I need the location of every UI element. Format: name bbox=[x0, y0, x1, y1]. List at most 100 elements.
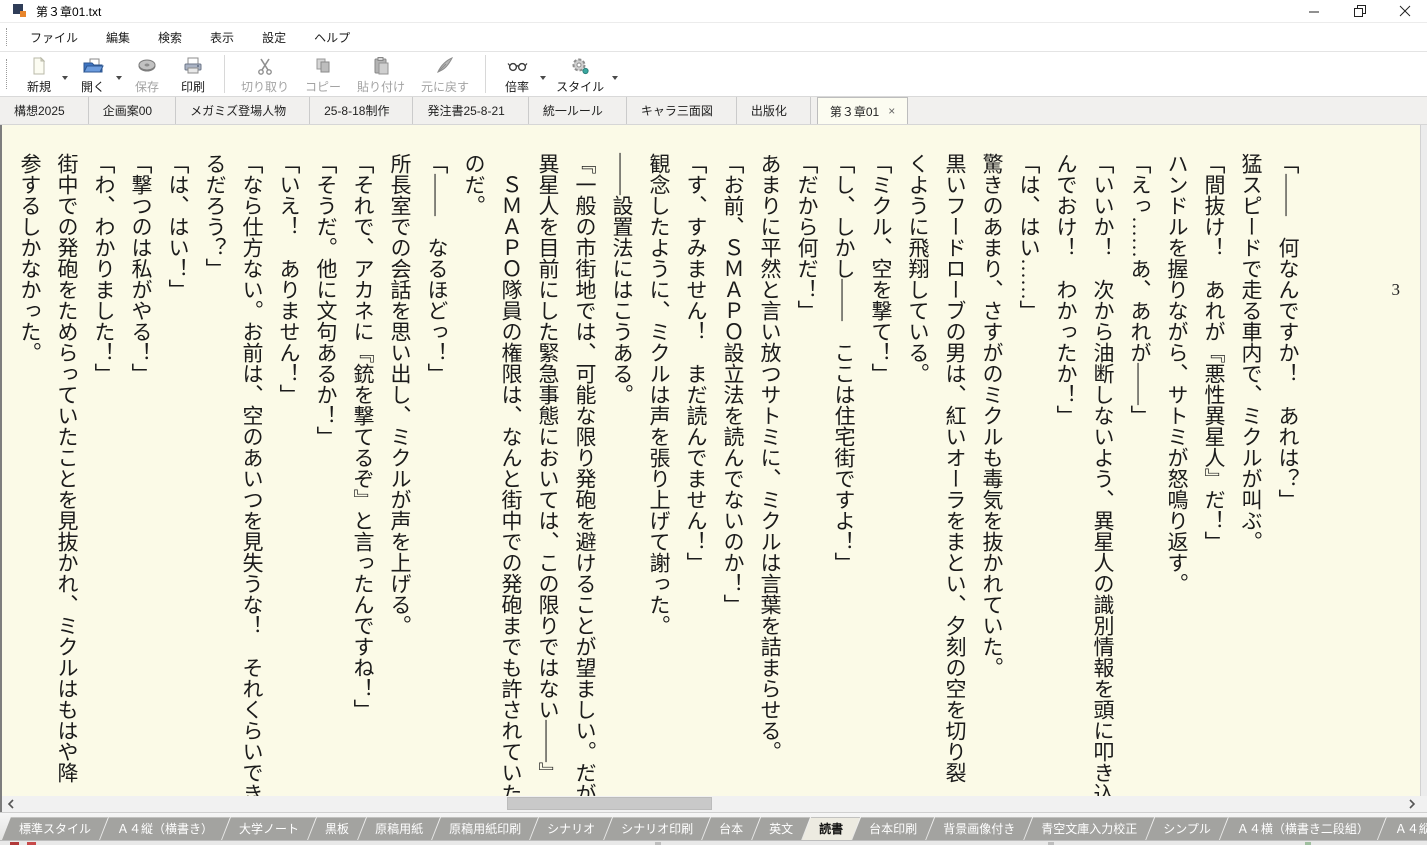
new-button[interactable]: 新規 bbox=[16, 52, 62, 96]
copy-button: コピー bbox=[297, 52, 349, 96]
new-file-icon bbox=[29, 55, 49, 77]
title-bar: 第３章01.txt bbox=[0, 0, 1427, 22]
style-tab[interactable]: Ａ４縦（横書き） bbox=[100, 817, 230, 840]
document-tab[interactable]: メガミズ登場人物 bbox=[176, 97, 311, 124]
text-line: 「し、しかし―― ここは住宅街ですよ！」 bbox=[832, 153, 856, 573]
document-tab-label: 発注書25-8-21 bbox=[427, 104, 505, 118]
text-line: 黒いフードローブの男は、紅いオーラをまとい、夕刻の空を切り裂 bbox=[943, 153, 967, 783]
menu-item[interactable]: 検索 bbox=[144, 23, 196, 52]
document-tab[interactable]: 発注書25-8-21 bbox=[413, 97, 529, 124]
document-tab[interactable]: 25-8-18制作 bbox=[310, 97, 414, 124]
menu-item[interactable]: ファイル bbox=[16, 23, 92, 52]
style-tab[interactable]: 原稿用紙 bbox=[358, 817, 440, 840]
scroll-right-button[interactable] bbox=[1403, 796, 1420, 812]
text-line: 「だから何だ！」 bbox=[795, 153, 819, 321]
text-line: 「撃つのは私がやる！」 bbox=[129, 153, 153, 384]
style-button[interactable]: スタイル bbox=[548, 52, 612, 96]
scrollbar-thumb[interactable] bbox=[507, 797, 712, 810]
menu-item[interactable]: 表示 bbox=[196, 23, 248, 52]
edit-group: 切り取り コピー 貼り付け 元に戻す bbox=[233, 52, 477, 96]
menu-items: ファイル 編集 検索 表示 設定 ヘルプ bbox=[16, 23, 364, 52]
text-line: あまりに平然と言い放つサトミに、ミクルは言葉を詰まらせる。 bbox=[758, 153, 782, 762]
open-button[interactable]: 開く bbox=[70, 52, 116, 96]
view-group: 倍率 スタイル bbox=[494, 52, 620, 96]
clipboard-icon bbox=[371, 55, 391, 77]
style-tab-label: 青空文庫入力校正 bbox=[1041, 822, 1138, 836]
toolbar: 新規 開く 保存 印刷 切り取り コピー 貼り付け 元に戻す 倍率 スタイル bbox=[0, 52, 1427, 97]
document-tab-label: 企画案00 bbox=[102, 104, 153, 118]
text-line: 『一般の市街地では、可能な限り発砲を避けることが望ましい。だが bbox=[573, 153, 597, 796]
style-tab[interactable]: シナリオ印刷 bbox=[604, 817, 710, 840]
document-tab[interactable]: キャラ三面図 bbox=[626, 97, 737, 124]
style-tab[interactable]: 青空文庫入力校正 bbox=[1024, 817, 1154, 840]
document-tab-label: 出版化 bbox=[750, 104, 787, 118]
style-tab-bar: 標準スタイル Ａ４縦（横書き） 大学ノート 黒板 原稿用紙 原稿用紙印刷 シナリ… bbox=[0, 812, 1427, 840]
new-dropdown-arrow-icon[interactable] bbox=[62, 75, 68, 83]
copy-pages-icon bbox=[313, 55, 333, 77]
document-tab[interactable]: 統一ルール bbox=[528, 97, 627, 124]
text-line: 所長室での会話を思い出し、ミクルが声を上げる。 bbox=[388, 153, 412, 636]
document-tab-label: キャラ三面図 bbox=[640, 104, 713, 118]
style-tab-label: 読書 bbox=[819, 822, 844, 836]
style-tab-label: 大学ノート bbox=[239, 822, 300, 836]
restore-icon bbox=[1353, 5, 1366, 17]
document-tab[interactable]: 構想2025 bbox=[0, 97, 89, 124]
style-tab[interactable]: 台本印刷 bbox=[852, 817, 934, 840]
horizontal-scrollbar[interactable] bbox=[0, 796, 1427, 812]
glasses-icon bbox=[505, 55, 529, 77]
document-tab-label: 統一ルール bbox=[542, 104, 603, 118]
open-dropdown-arrow-icon[interactable] bbox=[116, 75, 122, 83]
menu-item[interactable]: 設定 bbox=[248, 23, 300, 52]
scroll-left-button[interactable] bbox=[2, 796, 19, 812]
style-tab[interactable]: 標準スタイル bbox=[2, 817, 108, 840]
minimize-icon bbox=[1309, 11, 1319, 12]
style-tab[interactable]: 台本 bbox=[702, 817, 760, 840]
save-disk-icon bbox=[136, 55, 158, 77]
menu-item[interactable]: 編集 bbox=[92, 23, 144, 52]
chevron-right-icon bbox=[1408, 799, 1415, 809]
close-button[interactable] bbox=[1382, 0, 1427, 22]
text-line: んでおけ！ わかったか！」 bbox=[1054, 153, 1078, 426]
restore-button[interactable] bbox=[1337, 0, 1382, 22]
text-line: 「いえ！ ありません！」 bbox=[277, 153, 301, 405]
text-page[interactable]: 「―― 何なんですか！ あれは？」 猛スピードで走る車内で、ミクルが叫ぶ。 「間抜け… bbox=[2, 125, 1420, 796]
style-tab[interactable]: 大学ノート bbox=[222, 817, 316, 840]
print-button[interactable]: 印刷 bbox=[170, 52, 216, 96]
style-tab[interactable]: Ａ４縦（縦書き三段組） bbox=[1378, 817, 1427, 840]
toolbar-separator bbox=[485, 55, 487, 93]
tab-close-icon[interactable]: × bbox=[888, 104, 895, 118]
document-tab[interactable]: 企画案00 bbox=[88, 97, 177, 124]
toolbar-gripper bbox=[6, 28, 10, 46]
text-line: 「そうだ。他に文句あるか！」 bbox=[314, 153, 338, 447]
menu-item[interactable]: ヘルプ bbox=[300, 23, 364, 52]
style-tab-label: 台本印刷 bbox=[869, 822, 918, 836]
style-tab-label: 台本 bbox=[719, 822, 744, 836]
zoom-rate-button[interactable]: 倍率 bbox=[494, 52, 540, 96]
file-group: 新規 開く 保存 印刷 bbox=[16, 52, 216, 96]
style-tab-label: 原稿用紙印刷 bbox=[449, 822, 522, 836]
style-tab-label: 原稿用紙 bbox=[375, 822, 424, 836]
text-line: 驚きのあまり、さすがのミクルも毒気を抜かれていた。 bbox=[980, 153, 1004, 678]
zoom-dropdown-arrow-icon[interactable] bbox=[540, 75, 547, 83]
cut-button: 切り取り bbox=[233, 52, 297, 96]
text-line: 「間抜け！ あれが『悪性異星人』だ！」 bbox=[1202, 153, 1226, 552]
text-line: 「―― 何なんですか！ あれは？」 bbox=[1276, 153, 1300, 510]
style-dropdown-arrow-icon[interactable] bbox=[612, 75, 619, 83]
style-tab[interactable]: 黒板 bbox=[308, 817, 366, 840]
document-tab-label: 25-8-18制作 bbox=[324, 104, 390, 118]
text-line: 異星人を目前にした緊急事態においては、この限りではない――』 bbox=[536, 153, 560, 783]
right-scroll-gutter[interactable] bbox=[1420, 125, 1427, 796]
minimize-button[interactable] bbox=[1292, 0, 1337, 22]
style-tab[interactable]: 英文 bbox=[752, 817, 810, 840]
style-tab[interactable]: 読書 bbox=[802, 817, 860, 840]
document-tab[interactable]: 出版化 bbox=[736, 97, 811, 124]
style-tab[interactable]: 背景画像付き bbox=[926, 817, 1032, 840]
style-tab[interactable]: シナリオ bbox=[530, 817, 612, 840]
document-tab[interactable]: 第３章01 × bbox=[816, 97, 909, 124]
page-number: 3 bbox=[1391, 280, 1401, 299]
style-tab[interactable]: シンプル bbox=[1146, 817, 1228, 840]
style-tab[interactable]: Ａ４横（横書き二段組） bbox=[1220, 817, 1386, 840]
toolbar-separator bbox=[224, 55, 225, 93]
style-tab[interactable]: 原稿用紙印刷 bbox=[432, 817, 538, 840]
style-tab-label: 英文 bbox=[769, 822, 794, 836]
